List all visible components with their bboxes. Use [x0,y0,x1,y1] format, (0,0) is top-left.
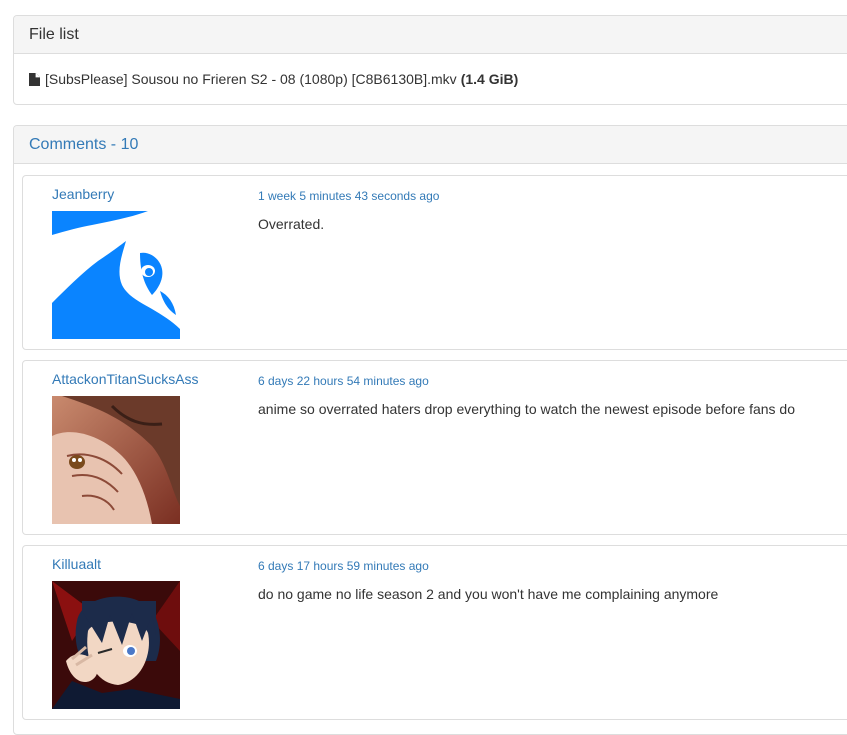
file-list-body: [SubsPlease] Sousou no Frieren S2 - 08 (… [14,54,847,104]
comments-panel: Comments - 10 Jeanberry 1 week 5 minutes… [13,125,847,735]
comment-item: Killuaalt 6 days 17 hours 59 minutes ago… [22,545,847,720]
comment-username[interactable]: Jeanberry [52,186,114,202]
file-list-title: File list [29,25,79,43]
comment-timestamp[interactable]: 6 days 22 hours 54 minutes ago [258,374,429,388]
comment-text: Overrated. [258,216,325,232]
file-list-heading: File list [14,16,847,54]
titan-face-avatar[interactable] [52,396,180,524]
comment-item: AttackonTitanSucksAss 6 days 22 hours 54… [22,360,847,535]
file-name[interactable]: [SubsPlease] Sousou no Frieren S2 - 08 (… [45,71,457,87]
anime-boy-avatar[interactable] [52,581,180,709]
comment-text: anime so overrated haters drop everythin… [258,401,795,417]
file-size: (1.4 GiB) [460,71,519,87]
comment-timestamp[interactable]: 6 days 17 hours 59 minutes ago [258,559,429,573]
file-icon [29,72,40,86]
file-list-panel: File list [SubsPlease] Sousou no Frieren… [13,15,847,105]
comment-username[interactable]: AttackonTitanSucksAss [52,371,199,387]
blue-silhouette-avatar[interactable] [52,211,180,339]
comments-title: Comments - 10 [29,135,139,153]
comment-timestamp[interactable]: 1 week 5 minutes 43 seconds ago [258,189,439,203]
comment-username[interactable]: Killuaalt [52,556,101,572]
comment-text: do no game no life season 2 and you won'… [258,586,719,602]
comment-item: Jeanberry 1 week 5 minutes 43 seconds ag… [22,175,847,350]
comments-heading: Comments - 10 [14,126,847,164]
